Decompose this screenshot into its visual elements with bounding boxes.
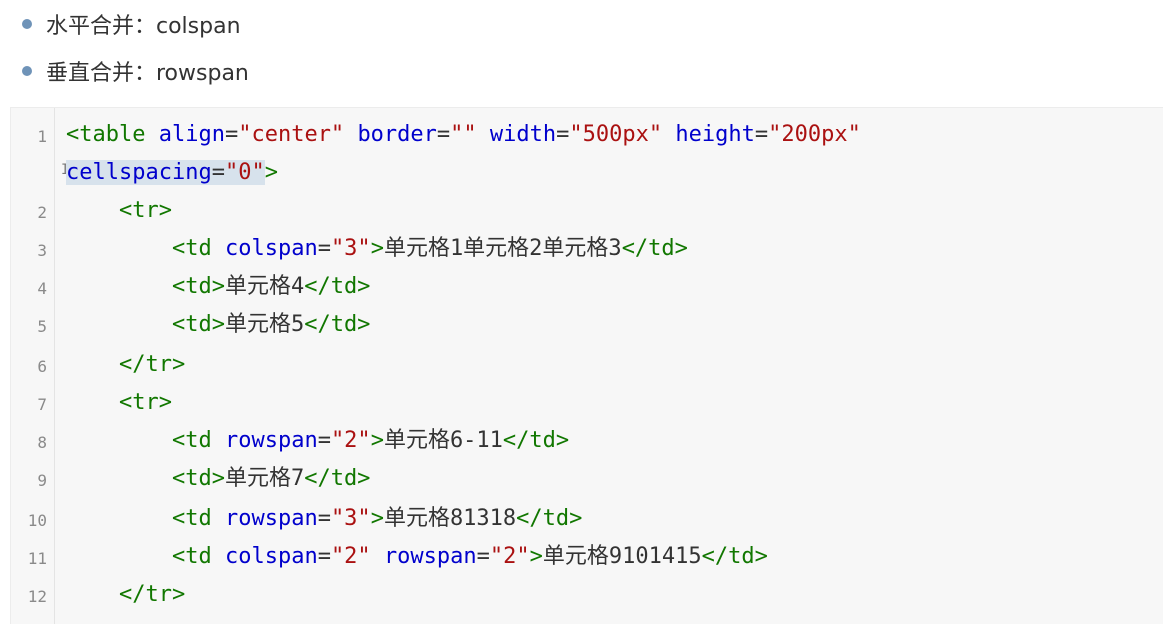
equals: = xyxy=(317,428,331,453)
attr-name: border xyxy=(357,122,437,147)
line-number: 1 xyxy=(37,127,47,146)
code-block[interactable]: 1 2 3 4 5 6 7 8 9 10 11 12 I <table alig… xyxy=(10,107,1163,624)
bullet-dot-icon xyxy=(22,18,32,29)
tag-close: > xyxy=(370,236,384,261)
attr-name: rowspan xyxy=(383,544,477,569)
tag-close: > xyxy=(370,506,384,531)
cell-text: 单元格6-11 xyxy=(383,428,503,453)
cell-text: 单元格4 xyxy=(224,274,305,299)
equals: = xyxy=(224,122,239,147)
tag-end: </td> xyxy=(701,544,768,569)
code-line-10[interactable]: <td rowspan="3">单元格81318</td> xyxy=(66,500,582,538)
cell-text: 单元格81318 xyxy=(383,506,517,531)
attr-value: "500px" xyxy=(569,122,663,147)
equals: = xyxy=(317,236,331,261)
attr-value: "0" xyxy=(224,160,265,185)
attr-value: "2" xyxy=(330,428,371,453)
attr-value: "3" xyxy=(330,236,371,261)
line-number: 12 xyxy=(27,587,47,606)
cell-text: 单元格1单元格2单元格3 xyxy=(383,236,622,261)
tag-end: </td> xyxy=(502,428,570,453)
attr-name: rowspan xyxy=(224,506,318,531)
bullet-item-colspan: 水平合并：colspan xyxy=(22,0,1142,47)
code-line-1-wrap[interactable]: cellspacing="0"> xyxy=(66,154,278,192)
tag-close: > xyxy=(370,428,384,453)
cell-text: 单元格7 xyxy=(224,466,305,491)
tag-end: </td> xyxy=(304,466,371,491)
equals: = xyxy=(476,544,490,569)
bullet-text: 水平合并：colspan xyxy=(46,13,241,39)
attr-value: "3" xyxy=(330,506,371,531)
tag-open: <td> xyxy=(171,274,225,299)
tag-end: </td> xyxy=(621,236,688,261)
code-line-3[interactable]: <td colspan="3">单元格1单元格2单元格3</td> xyxy=(66,230,688,268)
code-line-11[interactable]: <td colspan="2" rowspan="2">单元格9101415</… xyxy=(66,538,768,576)
tag-close: > xyxy=(264,160,278,185)
tag-end: </td> xyxy=(304,274,371,299)
equals: = xyxy=(556,122,570,147)
tag-open: <td xyxy=(171,544,212,569)
equals: = xyxy=(436,122,451,147)
line-number: 4 xyxy=(37,279,47,298)
equals: = xyxy=(211,160,225,185)
attr-name: colspan xyxy=(224,236,318,261)
bullet-list: 水平合并：colspan 垂直合并：rowspan xyxy=(22,0,1142,94)
code-line-12[interactable]: </tr> xyxy=(66,576,185,614)
selection-highlight: cellspacing="0" xyxy=(66,160,265,185)
attr-name: cellspacing xyxy=(66,160,212,185)
tag-end: </td> xyxy=(516,506,583,531)
line-number: 2 xyxy=(37,203,47,222)
line-number: 7 xyxy=(37,395,47,414)
code-line-9[interactable]: <td>单元格7</td> xyxy=(66,460,370,498)
code-line-8[interactable]: <td rowspan="2">单元格6-11</td> xyxy=(66,422,569,460)
equals: = xyxy=(317,544,331,569)
code-line-6[interactable]: </tr> xyxy=(66,346,185,384)
attr-value: "2" xyxy=(489,544,530,569)
code-line-5[interactable]: <td>单元格5</td> xyxy=(66,306,370,344)
cell-text: 单元格5 xyxy=(224,312,305,337)
tag: <tr> xyxy=(118,390,172,415)
bullet-dot-icon xyxy=(22,65,32,76)
code-line-2[interactable]: <tr> xyxy=(66,192,172,230)
line-number: 10 xyxy=(27,511,47,530)
code-line-7[interactable]: <tr> xyxy=(66,384,172,422)
tag-open: <td xyxy=(171,236,212,261)
code-line-4[interactable]: <td>单元格4</td> xyxy=(66,268,370,306)
line-number: 6 xyxy=(37,357,47,376)
line-number: 9 xyxy=(37,471,47,490)
bullet-item-rowspan: 垂直合并：rowspan xyxy=(22,47,1142,94)
tag-open: <td xyxy=(171,428,212,453)
tag-open: <td> xyxy=(171,312,225,337)
equals: = xyxy=(317,506,331,531)
attr-value: "" xyxy=(450,122,477,147)
line-number: 5 xyxy=(37,317,47,336)
line-number: 11 xyxy=(27,549,47,568)
attr-value: "2" xyxy=(330,544,371,569)
tag: </tr> xyxy=(118,352,186,377)
code-line-1[interactable]: <table align="center" border="" width="5… xyxy=(66,116,861,154)
cell-text: 单元格9101415 xyxy=(542,544,702,569)
tag-open: <td> xyxy=(171,466,225,491)
tag-end: </td> xyxy=(304,312,371,337)
attr-name: rowspan xyxy=(224,428,318,453)
attr-name: align xyxy=(158,122,225,147)
attr-name: width xyxy=(489,122,557,147)
tag-open: <td xyxy=(171,506,212,531)
bullet-text: 垂直合并：rowspan xyxy=(46,60,249,86)
tag: </tr> xyxy=(118,582,186,607)
tag: <tr> xyxy=(118,198,172,223)
attr-value: "center" xyxy=(238,122,345,147)
tag-open: <table xyxy=(66,122,146,147)
equals: = xyxy=(754,122,769,147)
line-number: 8 xyxy=(37,433,47,452)
attr-name: colspan xyxy=(224,544,318,569)
tag-close: > xyxy=(529,544,543,569)
attr-value: "200px" xyxy=(768,122,861,147)
line-number: 3 xyxy=(37,241,47,260)
attr-name: height xyxy=(675,122,755,147)
